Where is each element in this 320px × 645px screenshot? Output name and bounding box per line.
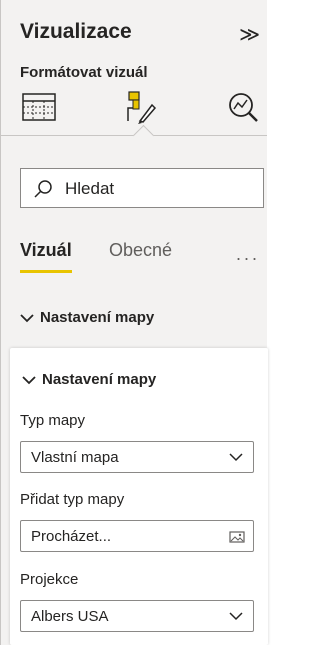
browse-value: Procházet... [31,528,112,545]
pane-title: Vizualizace [20,20,132,43]
chevron-down-icon [20,314,34,323]
projection-value: Albers USA [31,608,109,625]
build-visual-button[interactable] [20,87,60,127]
search-icon [34,180,52,198]
pane-mode-switcher [20,87,268,127]
browse-map-file-input[interactable]: Procházet... [20,520,254,552]
section-label: Nastavení mapy [40,309,155,326]
image-file-icon [229,531,245,543]
collapse-pane-button[interactable]: ≫ [239,22,260,47]
card-title: Nastavení mapy [42,371,157,388]
chevron-down-icon [229,612,243,621]
search-placeholder: Hledat [65,179,115,198]
table-icon [22,93,56,121]
chevron-down-icon [229,453,243,462]
chevron-down-icon [22,376,36,385]
more-options-button[interactable]: ... [236,244,260,265]
analytics-button[interactable] [224,87,264,127]
format-tabs: Vizuál Obecné ... [20,240,268,280]
search-input[interactable]: Hledat [20,168,264,208]
projection-label: Projekce [20,571,79,588]
analytics-icon [229,93,258,122]
tab-general[interactable]: Obecné [109,240,172,261]
format-paint-icon [127,91,157,124]
visualizations-pane: Vizualizace ≫ Formátovat vizuál Hledat V… [0,0,268,645]
tab-visual[interactable]: Vizuál [20,240,72,273]
projection-dropdown[interactable]: Albers USA [20,600,254,632]
active-mode-indicator [132,124,155,147]
map-type-label: Typ mapy [20,412,86,429]
add-map-type-label: Přidat typ mapy [20,491,125,508]
pane-header: Vizualizace ≫ [20,20,267,50]
map-type-dropdown[interactable]: Vlastní mapa [20,441,254,473]
map-type-value: Vlastní mapa [31,449,119,466]
format-visual-heading: Formátovat vizuál [20,64,148,81]
map-settings-section-header[interactable]: Nastavení mapy [20,309,154,333]
format-visual-button[interactable] [120,87,160,127]
map-settings-card-header[interactable]: Nastavení mapy [22,371,156,388]
